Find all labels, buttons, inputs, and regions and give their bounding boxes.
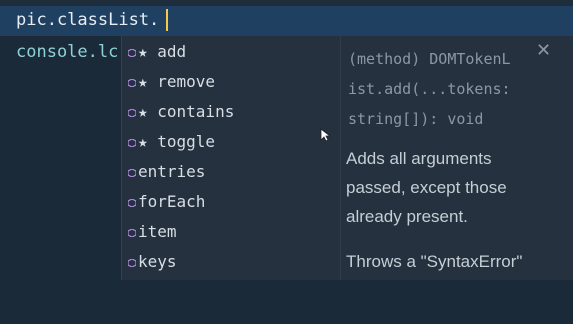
suggestion-item[interactable]: ★ contains: [122, 98, 340, 128]
suggestion-label: ★ contains: [138, 102, 235, 121]
suggestion-label: ★ toggle: [138, 132, 216, 151]
method-icon: [128, 79, 136, 87]
method-icon: [128, 259, 136, 267]
suggestion-label: entries: [138, 162, 206, 181]
method-icon: [128, 49, 136, 57]
code-line-2[interactable]: console.lc: [16, 42, 118, 62]
suggestion-item[interactable]: ★ toggle: [122, 128, 340, 158]
suggestion-item[interactable]: entries: [122, 158, 340, 188]
method-description-continued: Throws a "SyntaxError": [346, 252, 523, 271]
method-icon: [128, 139, 136, 147]
suggestion-item[interactable]: ★ remove: [122, 68, 340, 98]
suggestion-item[interactable]: ★ add: [122, 38, 340, 68]
text-caret: [166, 9, 168, 31]
divider: [340, 36, 341, 280]
method-icon: [128, 109, 136, 117]
method-icon: [128, 229, 136, 237]
current-line[interactable]: pic.classList.: [0, 6, 573, 36]
suggestion-item[interactable]: keys: [122, 248, 340, 278]
suggestion-label: item: [138, 222, 177, 241]
suggestion-widget: ★ add ★ remove ★ contains ★ toggle entri…: [121, 36, 573, 280]
suggestion-list: ★ add ★ remove ★ contains ★ toggle entri…: [122, 36, 340, 280]
suggestion-label: ★ add: [138, 42, 187, 61]
method-signature: (method) DOMTokenL ist.add(...tokens: st…: [348, 50, 511, 128]
suggestion-item[interactable]: forEach: [122, 188, 340, 218]
suggestion-label: forEach: [138, 192, 206, 211]
suggestion-label: keys: [138, 252, 177, 271]
method-icon: [128, 199, 136, 207]
close-icon[interactable]: ✕: [536, 40, 551, 61]
method-icon: [128, 169, 136, 177]
method-description: Adds all arguments passed, except those …: [346, 149, 507, 226]
suggestion-label: ★ remove: [138, 72, 216, 91]
mouse-pointer-icon: [320, 128, 332, 142]
suggestion-item[interactable]: item: [122, 218, 340, 248]
suggestion-detail-panel: (method) DOMTokenL ist.add(...tokens: st…: [342, 36, 573, 280]
code-line-1[interactable]: pic.classList.: [16, 10, 159, 30]
